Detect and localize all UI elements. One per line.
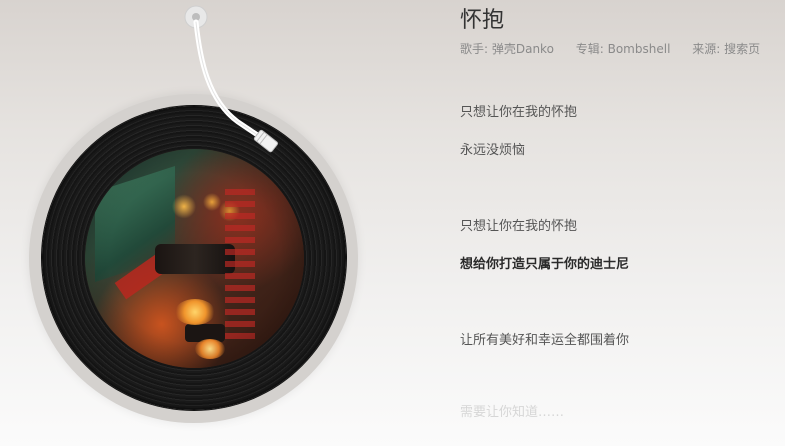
record-player [0, 0, 420, 446]
tonearm-arm [193, 19, 265, 141]
lyrics-list[interactable]: 只想让你在我的怀抱 永远没烦恼 只想让你在我的怀抱 想给你打造只属于你的迪士尼 … [460, 100, 780, 420]
source-link[interactable]: 来源: 搜索页 [692, 42, 760, 56]
album-cover-image[interactable] [85, 149, 304, 368]
lyric-line: 让所有美好和幸运全都围着你 [460, 333, 630, 348]
tonearm-icon[interactable] [0, 0, 300, 170]
lyric-line: 只想让你在我的怀抱 [460, 105, 578, 120]
album-link[interactable]: 专辑: Bombshell [576, 42, 671, 56]
cover-vignette [85, 149, 304, 368]
lyric-line: 只想让你在我的怀抱 [460, 219, 578, 234]
lyric-line: 永远没烦恼 [460, 143, 526, 158]
song-title: 怀抱 [460, 8, 505, 33]
lyric-line-current: 想给你打造只属于你的迪士尼 [460, 257, 630, 272]
singer-link[interactable]: 歌手: 弹壳Danko [460, 42, 554, 56]
song-meta: 歌手: 弹壳Danko 专辑: Bombshell 来源: 搜索页 [460, 41, 760, 57]
song-info-panel: 怀抱 歌手: 弹壳Danko 专辑: Bombshell 来源: 搜索页 只想让… [460, 0, 780, 446]
lyric-line-faded: 需要让你知道…… [460, 405, 565, 420]
